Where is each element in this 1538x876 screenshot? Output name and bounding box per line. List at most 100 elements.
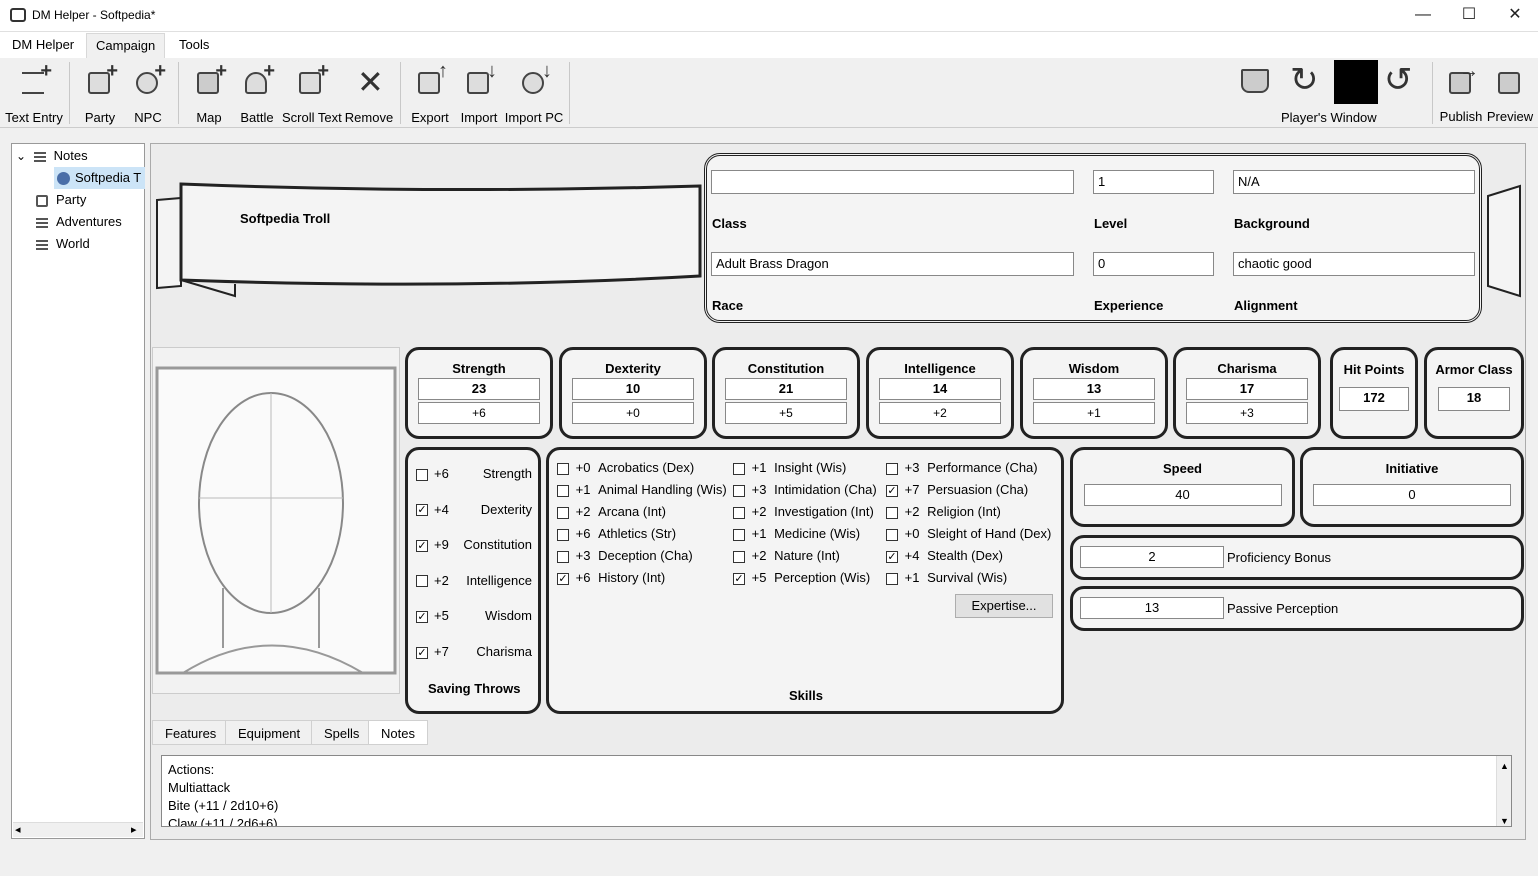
import-pc-button[interactable]: ↓ Import PC bbox=[503, 60, 565, 128]
skill-checkbox[interactable] bbox=[557, 484, 569, 497]
scroll-down-arrow[interactable]: ▼ bbox=[1500, 812, 1509, 826]
skill-checkbox[interactable]: ✓ bbox=[886, 550, 898, 563]
skill-row[interactable]: +0 Acrobatics (Dex) bbox=[557, 460, 694, 480]
skill-row[interactable]: ✓ +5 Perception (Wis) bbox=[733, 570, 870, 590]
import-button[interactable]: ↓ Import bbox=[457, 60, 501, 128]
proficiency-value[interactable]: 2 bbox=[1080, 546, 1224, 568]
skill-checkbox[interactable] bbox=[886, 572, 898, 585]
alignment-field[interactable]: chaotic good bbox=[1233, 252, 1475, 276]
rotate-counterclockwise-icon[interactable]: ↺ bbox=[1384, 62, 1413, 98]
tree-item-notes[interactable]: ⌄ Notes bbox=[16, 145, 88, 167]
skill-checkbox[interactable] bbox=[733, 506, 745, 519]
ability-score[interactable]: 13 bbox=[1033, 378, 1155, 400]
skill-row[interactable]: ✓ +7 Persuasion (Cha) bbox=[886, 482, 1028, 502]
skill-row[interactable]: +3 Intimidation (Cha) bbox=[733, 482, 877, 502]
skill-row[interactable]: +2 Arcana (Int) bbox=[557, 504, 666, 524]
initiative-value[interactable]: 0 bbox=[1313, 484, 1511, 506]
horizontal-scrollbar[interactable]: ◂ ▸ bbox=[13, 822, 143, 837]
skill-row[interactable]: +3 Deception (Cha) bbox=[557, 548, 693, 568]
skill-row[interactable]: +1 Animal Handling (Wis) bbox=[557, 482, 727, 502]
scroll-left-arrow[interactable]: ◂ bbox=[15, 823, 21, 836]
saving-throw-checkbox[interactable] bbox=[416, 468, 428, 481]
party-button[interactable]: + Party bbox=[78, 60, 122, 128]
skill-checkbox[interactable] bbox=[557, 528, 569, 541]
scroll-text-button[interactable]: + Scroll Text bbox=[282, 60, 342, 128]
class-field[interactable] bbox=[711, 170, 1074, 194]
scroll-right-arrow[interactable]: ▸ bbox=[131, 823, 137, 836]
skill-row[interactable]: +2 Religion (Int) bbox=[886, 504, 1001, 524]
skill-checkbox[interactable] bbox=[733, 484, 745, 497]
tree-item-party[interactable]: Party bbox=[36, 189, 86, 211]
race-field[interactable]: Adult Brass Dragon bbox=[711, 252, 1074, 276]
skill-row[interactable]: +1 Medicine (Wis) bbox=[733, 526, 860, 546]
ability-score[interactable]: 21 bbox=[725, 378, 847, 400]
skill-row[interactable]: +2 Investigation (Int) bbox=[733, 504, 874, 524]
skill-checkbox[interactable] bbox=[557, 550, 569, 563]
background-color-swatch[interactable] bbox=[1334, 60, 1378, 104]
saving-throw-checkbox[interactable]: ✓ bbox=[416, 610, 428, 623]
character-portrait[interactable] bbox=[152, 347, 400, 694]
menu-tools[interactable]: Tools bbox=[170, 33, 218, 58]
tab-notes[interactable]: Notes bbox=[368, 720, 428, 745]
skill-checkbox[interactable] bbox=[733, 462, 745, 475]
minimize-button[interactable]: — bbox=[1400, 0, 1446, 32]
scroll-up-arrow[interactable]: ▲ bbox=[1500, 757, 1509, 775]
skill-checkbox[interactable] bbox=[557, 462, 569, 475]
saving-throw-charisma[interactable]: ✓ +7 Charisma bbox=[416, 644, 532, 664]
saving-throw-wisdom[interactable]: ✓ +5 Wisdom bbox=[416, 608, 532, 628]
skill-row[interactable]: +3 Performance (Cha) bbox=[886, 460, 1038, 480]
ability-score[interactable]: 10 bbox=[572, 378, 694, 400]
tab-equipment[interactable]: Equipment bbox=[225, 720, 314, 745]
saving-throw-dexterity[interactable]: ✓ +4 Dexterity bbox=[416, 502, 532, 522]
skill-checkbox[interactable] bbox=[733, 550, 745, 563]
character-name[interactable]: Softpedia Troll bbox=[240, 211, 330, 226]
ability-score[interactable]: 14 bbox=[879, 378, 1001, 400]
saving-throw-strength[interactable]: +6 Strength bbox=[416, 466, 532, 486]
close-button[interactable]: ✕ bbox=[1492, 0, 1538, 32]
skill-row[interactable]: ✓ +4 Stealth (Dex) bbox=[886, 548, 1003, 568]
armor-class-value[interactable]: 18 bbox=[1438, 387, 1510, 411]
ability-score[interactable]: 17 bbox=[1186, 378, 1308, 400]
saving-throw-checkbox[interactable] bbox=[416, 575, 428, 588]
remove-button[interactable]: ✕ Remove bbox=[343, 60, 395, 128]
skill-checkbox[interactable] bbox=[886, 528, 898, 541]
tree-item-adventures[interactable]: Adventures bbox=[36, 211, 122, 233]
skill-row[interactable]: +6 Athletics (Str) bbox=[557, 526, 676, 546]
skill-checkbox[interactable]: ✓ bbox=[733, 572, 745, 585]
skill-checkbox[interactable] bbox=[886, 506, 898, 519]
notes-scrollbar[interactable]: ▲ ▼ bbox=[1496, 756, 1511, 826]
hit-points-value[interactable]: 172 bbox=[1339, 387, 1409, 411]
skill-checkbox[interactable]: ✓ bbox=[886, 484, 898, 497]
skill-row[interactable]: +1 Insight (Wis) bbox=[733, 460, 846, 480]
menu-dm-helper[interactable]: DM Helper bbox=[3, 33, 83, 58]
saving-throw-checkbox[interactable]: ✓ bbox=[416, 539, 428, 552]
npc-button[interactable]: + NPC bbox=[126, 60, 170, 128]
skill-row[interactable]: +1 Survival (Wis) bbox=[886, 570, 1007, 590]
preview-button[interactable]: Preview bbox=[1484, 60, 1536, 128]
notes-textarea[interactable]: Actions: Multiattack Bite (+11 / 2d10+6)… bbox=[161, 755, 1512, 827]
bucket-icon[interactable] bbox=[1238, 66, 1272, 96]
saving-throw-checkbox[interactable]: ✓ bbox=[416, 646, 428, 659]
rotate-clockwise-icon[interactable]: ↻ bbox=[1290, 62, 1319, 98]
level-field[interactable]: 1 bbox=[1093, 170, 1214, 194]
map-button[interactable]: + Map bbox=[187, 60, 231, 128]
experience-field[interactable]: 0 bbox=[1093, 252, 1214, 276]
skill-row[interactable]: ✓ +6 History (Int) bbox=[557, 570, 665, 590]
skill-checkbox[interactable] bbox=[733, 528, 745, 541]
speed-value[interactable]: 40 bbox=[1083, 484, 1282, 506]
saving-throw-checkbox[interactable]: ✓ bbox=[416, 504, 428, 517]
export-button[interactable]: ↑ Export bbox=[408, 60, 452, 128]
tree-item-world[interactable]: World bbox=[36, 233, 90, 255]
menu-campaign[interactable]: Campaign bbox=[86, 33, 166, 58]
tree-item-softpedia-troll[interactable]: Softpedia T bbox=[54, 167, 145, 189]
skill-checkbox[interactable] bbox=[557, 506, 569, 519]
skill-checkbox[interactable] bbox=[886, 462, 898, 475]
maximize-button[interactable]: ☐ bbox=[1446, 0, 1492, 32]
ability-score[interactable]: 23 bbox=[418, 378, 540, 400]
skill-row[interactable]: +2 Nature (Int) bbox=[733, 548, 840, 568]
skill-checkbox[interactable]: ✓ bbox=[557, 572, 569, 585]
expertise-button[interactable]: Expertise... bbox=[955, 594, 1053, 618]
tab-spells[interactable]: Spells bbox=[311, 720, 373, 745]
text-entry-button[interactable]: + Text Entry bbox=[2, 60, 66, 128]
collapse-chevron-icon[interactable]: ⌄ bbox=[16, 145, 30, 167]
